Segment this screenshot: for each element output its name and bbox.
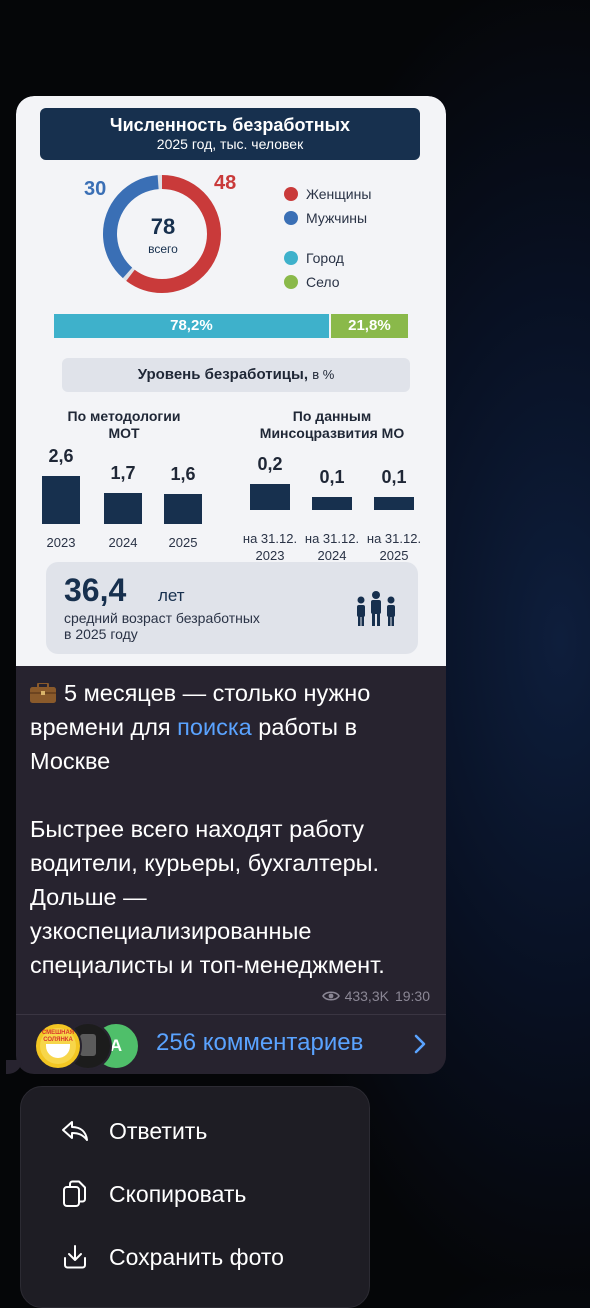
legend-city-label: Город — [306, 250, 344, 266]
legend-city: Город — [284, 250, 344, 266]
rate-header-text: Уровень безработицы, — [137, 366, 309, 383]
rate-bar — [374, 497, 414, 510]
avatar-text-line1: СМЕШНАЯ — [41, 1030, 75, 1036]
reply-icon — [59, 1115, 91, 1147]
infographic-title: Численность безработных — [109, 115, 351, 135]
donut-total-label: всего — [148, 242, 178, 256]
context-menu: Ответить Скопировать Сохранить фото — [20, 1086, 370, 1308]
rate-bar-label: на 31.12. 2024 — [304, 531, 360, 563]
rate-bar-label: 2023 — [46, 535, 76, 550]
average-age-desc-line1: средний возраст безработных — [64, 610, 260, 626]
legend-dot-men — [284, 211, 298, 225]
rate-bar-value: 0,2 — [257, 454, 283, 474]
rate-bar — [164, 494, 202, 524]
rate-bar-value: 0,1 — [319, 467, 345, 487]
views-eye-icon — [321, 991, 340, 1001]
rate-bar — [312, 497, 352, 510]
legend-dot-village — [284, 275, 298, 289]
village-share-bar: 21,8% — [330, 314, 408, 338]
menu-item-reply-label: Ответить — [109, 1117, 208, 1144]
legend-dot-city — [284, 251, 298, 265]
download-icon — [59, 1241, 91, 1273]
left-group-title-line1: По методологии — [67, 408, 181, 424]
rate-header-unit: в % — [312, 367, 335, 382]
legend-village-label: Село — [306, 274, 340, 290]
legend-women: Женщины — [284, 186, 371, 202]
average-age-box: 36,4 лет средний возраст безработных в 2… — [46, 562, 418, 654]
message-time: 19:30 — [394, 988, 430, 1004]
message-bubble[interactable]: Численность безработных 2025 год, тыс. ч… — [16, 96, 446, 1074]
average-age-value: 36,4 — [64, 572, 127, 608]
post-text: 5 месяцев — столько нужно времени для по… — [30, 676, 430, 982]
views-count: 433,3K — [344, 988, 389, 1004]
briefcase-icon — [30, 678, 56, 703]
legend-village: Село — [284, 274, 340, 290]
right-group-title-line1: По данным — [292, 408, 372, 424]
comments-button[interactable]: СМЕШНАЯ СОЛЯНКА А 256 комментариев — [16, 1016, 446, 1072]
average-age-unit: лет — [158, 586, 185, 605]
average-age-description: средний возраст безработных в 2025 году — [64, 610, 324, 642]
infographic-image[interactable]: Численность безработных 2025 год, тыс. ч… — [16, 96, 446, 666]
infographic-title-box: Численность безработных 2025 год, тыс. ч… — [40, 108, 420, 160]
legend-men-label: Мужчины — [306, 210, 368, 226]
family-icon — [357, 591, 395, 626]
rate-bar-label: на 31.12. 2025 — [366, 531, 422, 563]
post-paragraph-1: 5 месяцев — столько нужно времени для по… — [30, 676, 430, 778]
menu-item-save-label: Сохранить фото — [109, 1243, 284, 1270]
rate-bar — [250, 484, 290, 510]
post-paragraph-2: Быстрее всего находят работу водители, к… — [30, 816, 385, 978]
rate-bar-label: 2025 — [168, 535, 198, 550]
rate-bar — [42, 476, 80, 524]
menu-item-save-photo[interactable]: Сохранить фото — [59, 1241, 284, 1273]
donut-men-value: 30 — [84, 178, 107, 200]
infographic-subtitle: 2025 год, тыс. человек — [156, 136, 304, 152]
city-share-bar: 78,2% — [54, 314, 329, 338]
rate-bar-value: 2,6 — [48, 446, 74, 466]
right-group-title-line2: Минсоцразвития МО — [259, 425, 405, 441]
copy-icon — [59, 1178, 91, 1210]
comments-count-link[interactable]: 256 комментариев — [156, 1029, 363, 1057]
legend-men: Мужчины — [284, 210, 367, 226]
left-group-title-line2: МОТ — [108, 425, 140, 441]
rate-bar-label: на 31.12. 2023 — [242, 531, 298, 563]
donut-total: 78 — [150, 214, 176, 239]
rate-bar-value: 0,1 — [381, 467, 407, 487]
avatar: СМЕШНАЯ СОЛЯНКА — [34, 1022, 82, 1070]
rate-bar — [104, 492, 142, 524]
comments-divider — [16, 1014, 446, 1015]
unemployment-rate-header: Уровень безработицы, в % — [62, 358, 410, 392]
legend-women-label: Женщины — [306, 186, 372, 202]
donut-women-value: 48 — [214, 172, 237, 194]
chevron-right-icon — [414, 1034, 426, 1054]
menu-item-reply[interactable]: Ответить — [59, 1115, 207, 1147]
average-age-desc-line2: в 2025 году — [64, 626, 138, 642]
legend-dot-women — [284, 187, 298, 201]
right-group-title: По данным Минсоцразвития МО — [242, 408, 422, 442]
left-group-title: По методологии МОТ — [40, 408, 208, 442]
menu-item-copy[interactable]: Скопировать — [59, 1178, 246, 1210]
rate-bar-value: 1,7 — [110, 462, 136, 483]
avatar-text-line2: СОЛЯНКА — [43, 1037, 73, 1043]
search-link[interactable]: поиска — [177, 714, 252, 740]
menu-item-copy-label: Скопировать — [109, 1180, 247, 1207]
message-meta: 433,3K 19:30 — [321, 988, 430, 1004]
rate-bar-value: 1,6 — [170, 464, 196, 485]
